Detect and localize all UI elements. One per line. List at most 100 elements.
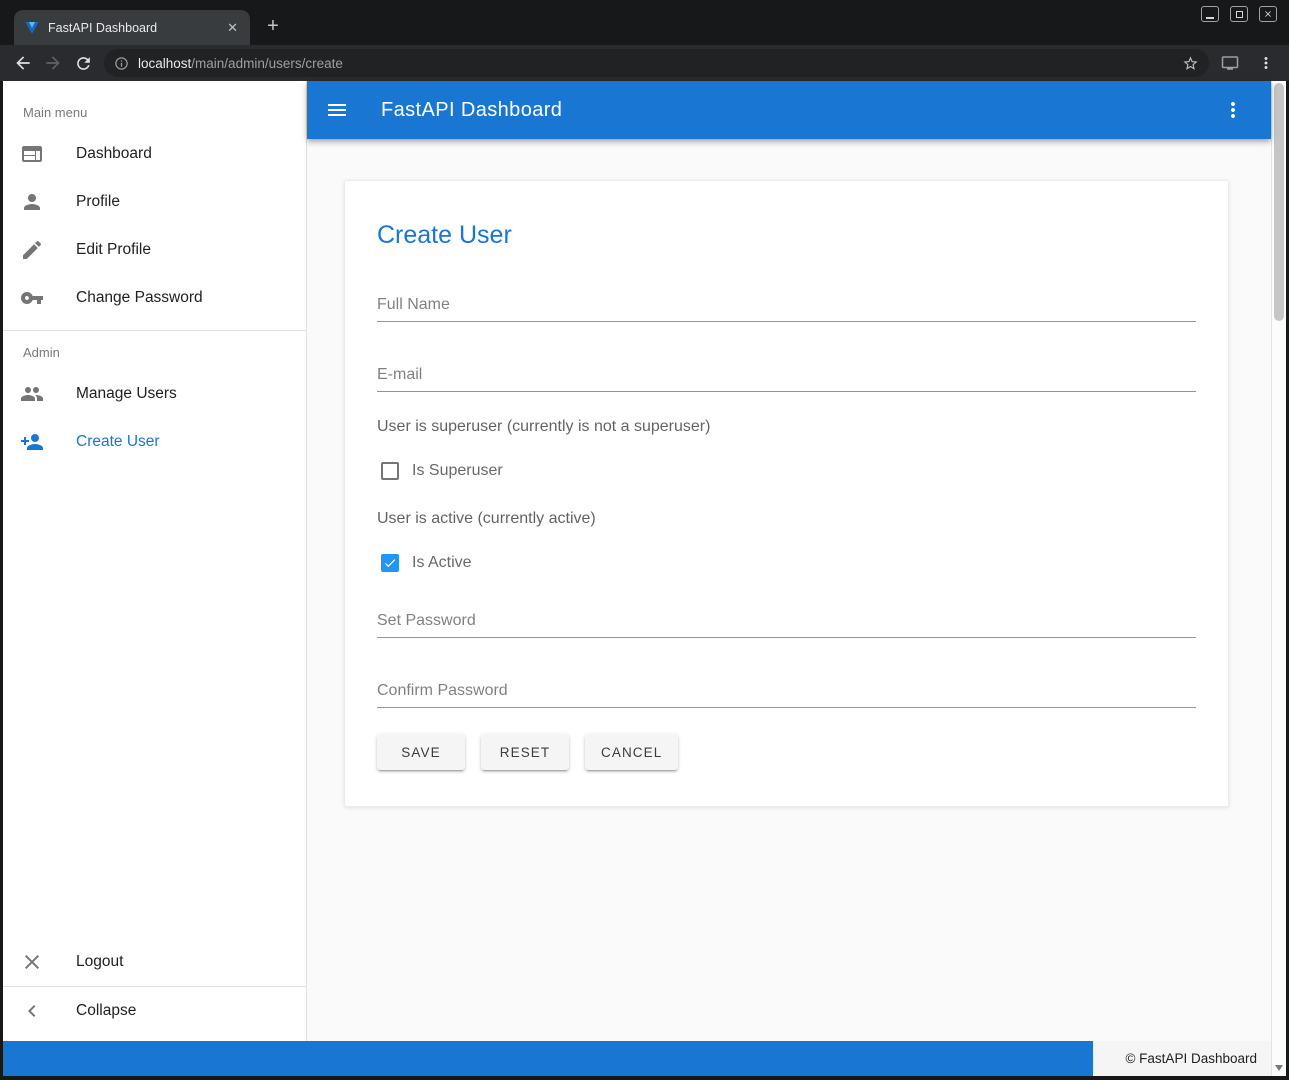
extensions-icon xyxy=(1221,54,1239,72)
active-checkbox[interactable] xyxy=(381,554,399,572)
sidebar-item-profile[interactable]: Profile xyxy=(3,178,306,226)
sidebar-item-edit-profile[interactable]: Edit Profile xyxy=(3,226,306,274)
address-bar[interactable]: localhost/main/admin/users/create xyxy=(104,49,1209,77)
key-icon xyxy=(20,286,44,310)
check-icon xyxy=(383,556,397,570)
hamburger-menu-button[interactable] xyxy=(325,98,349,122)
footer-bar xyxy=(3,1041,1093,1076)
email-input[interactable] xyxy=(377,366,1196,384)
minimize-icon xyxy=(1206,17,1214,19)
dashboard-icon xyxy=(20,142,44,166)
url-path: /main/admin/users/create xyxy=(191,56,343,71)
tab-strip: FastAPI Dashboard ✕ + xyxy=(0,0,1289,45)
sidebar-item-label: Edit Profile xyxy=(76,241,151,259)
sidebar-item-label: Dashboard xyxy=(76,145,152,163)
main-area: FastAPI Dashboard Create User xyxy=(307,81,1271,1041)
person-add-icon xyxy=(20,430,44,454)
browser-menu-button[interactable] xyxy=(1251,48,1281,78)
info-icon xyxy=(114,56,129,71)
form-actions: SAVE RESET CANCEL xyxy=(377,734,1196,770)
vuetify-favicon-icon xyxy=(24,20,40,36)
sidebar-item-collapse[interactable]: Collapse xyxy=(3,987,306,1035)
sidebar-item-create-user[interactable]: Create User xyxy=(3,418,306,466)
appbar-title: FastAPI Dashboard xyxy=(381,99,562,122)
close-icon xyxy=(20,950,44,974)
page-title: Create User xyxy=(377,221,1196,250)
sidebar-item-label: Profile xyxy=(76,193,120,211)
app-footer: © FastAPI Dashboard xyxy=(3,1041,1271,1076)
reset-button[interactable]: RESET xyxy=(481,734,569,770)
full-name-input[interactable] xyxy=(377,296,1196,314)
footer-copyright: © FastAPI Dashboard xyxy=(1093,1041,1271,1076)
sidebar-item-label: Logout xyxy=(76,953,123,971)
url-host: localhost xyxy=(138,56,191,71)
kebab-menu-icon xyxy=(1257,54,1275,72)
sidebar-section-main-menu: Main menu xyxy=(3,81,306,130)
password-input[interactable] xyxy=(377,612,1196,630)
extensions-button[interactable] xyxy=(1215,48,1245,78)
superuser-checkbox[interactable] xyxy=(381,462,399,480)
sidebar-item-change-password[interactable]: Change Password xyxy=(3,274,306,322)
hamburger-icon xyxy=(325,98,349,122)
close-window-button[interactable] xyxy=(1259,6,1277,22)
star-icon xyxy=(1182,55,1199,72)
browser-window: FastAPI Dashboard ✕ + localhost/main/adm… xyxy=(0,0,1289,1080)
sidebar-item-label: Create User xyxy=(76,433,160,451)
superuser-hint: User is superuser (currently is not a su… xyxy=(377,418,1196,436)
tab-close-icon[interactable]: ✕ xyxy=(223,19,242,36)
save-button[interactable]: SAVE xyxy=(377,734,465,770)
superuser-checkbox-row[interactable]: Is Superuser xyxy=(377,462,1196,480)
confirm-password-input[interactable] xyxy=(377,682,1196,700)
sidebar-item-manage-users[interactable]: Manage Users xyxy=(3,370,306,418)
back-button[interactable] xyxy=(8,48,38,78)
confirm-password-field xyxy=(377,682,1196,708)
maximize-button[interactable] xyxy=(1230,6,1248,22)
chevron-left-icon xyxy=(20,999,44,1023)
back-icon xyxy=(13,53,33,73)
forward-icon xyxy=(43,53,63,73)
site-info-button[interactable] xyxy=(114,56,129,71)
content-area: Create User User is superuser (currently… xyxy=(307,139,1271,1041)
forward-button[interactable] xyxy=(38,48,68,78)
sidebar-bottom: Logout Collapse xyxy=(3,938,306,1041)
url-text[interactable]: localhost/main/admin/users/create xyxy=(138,56,1173,71)
superuser-checkbox-label: Is Superuser xyxy=(412,462,503,480)
pencil-icon xyxy=(20,238,44,262)
new-tab-button[interactable]: + xyxy=(258,11,288,41)
tab-title: FastAPI Dashboard xyxy=(48,21,215,35)
sidebar-item-label: Change Password xyxy=(76,289,203,307)
browser-tab[interactable]: FastAPI Dashboard ✕ xyxy=(14,10,250,45)
app-bar: FastAPI Dashboard xyxy=(307,81,1271,139)
full-name-field xyxy=(377,296,1196,322)
sidebar: Main menu Dashboard Profile Edit Profile xyxy=(3,81,307,1041)
browser-toolbar: localhost/main/admin/users/create xyxy=(0,45,1289,81)
toolbar-right xyxy=(1215,48,1281,78)
active-hint: User is active (currently active) xyxy=(377,510,1196,528)
window-controls xyxy=(1201,6,1277,22)
email-field xyxy=(377,366,1196,392)
cancel-button[interactable]: CANCEL xyxy=(585,734,678,770)
active-checkbox-row[interactable]: Is Active xyxy=(377,554,1196,572)
kebab-menu-icon xyxy=(1221,98,1245,122)
sidebar-item-logout[interactable]: Logout xyxy=(3,938,306,986)
password-field xyxy=(377,612,1196,638)
scrollbar-down-arrow-icon[interactable] xyxy=(1275,1065,1283,1071)
close-icon xyxy=(1263,9,1273,19)
bookmark-button[interactable] xyxy=(1182,55,1199,72)
minimize-button[interactable] xyxy=(1201,6,1219,22)
maximize-icon xyxy=(1236,11,1243,18)
sidebar-item-label: Collapse xyxy=(76,1002,136,1020)
sidebar-section-admin: Admin xyxy=(3,331,306,370)
page-scrollbar[interactable] xyxy=(1271,81,1286,1076)
people-icon xyxy=(20,382,44,406)
sidebar-item-label: Manage Users xyxy=(76,385,177,403)
page: Main menu Dashboard Profile Edit Profile xyxy=(3,81,1286,1076)
sidebar-item-dashboard[interactable]: Dashboard xyxy=(3,130,306,178)
active-checkbox-label: Is Active xyxy=(412,554,472,572)
scrollbar-thumb[interactable] xyxy=(1274,83,1284,321)
person-icon xyxy=(20,190,44,214)
reload-button[interactable] xyxy=(68,48,98,78)
create-user-card: Create User User is superuser (currently… xyxy=(344,180,1229,807)
appbar-menu-button[interactable] xyxy=(1221,98,1245,122)
reload-icon xyxy=(74,54,93,73)
